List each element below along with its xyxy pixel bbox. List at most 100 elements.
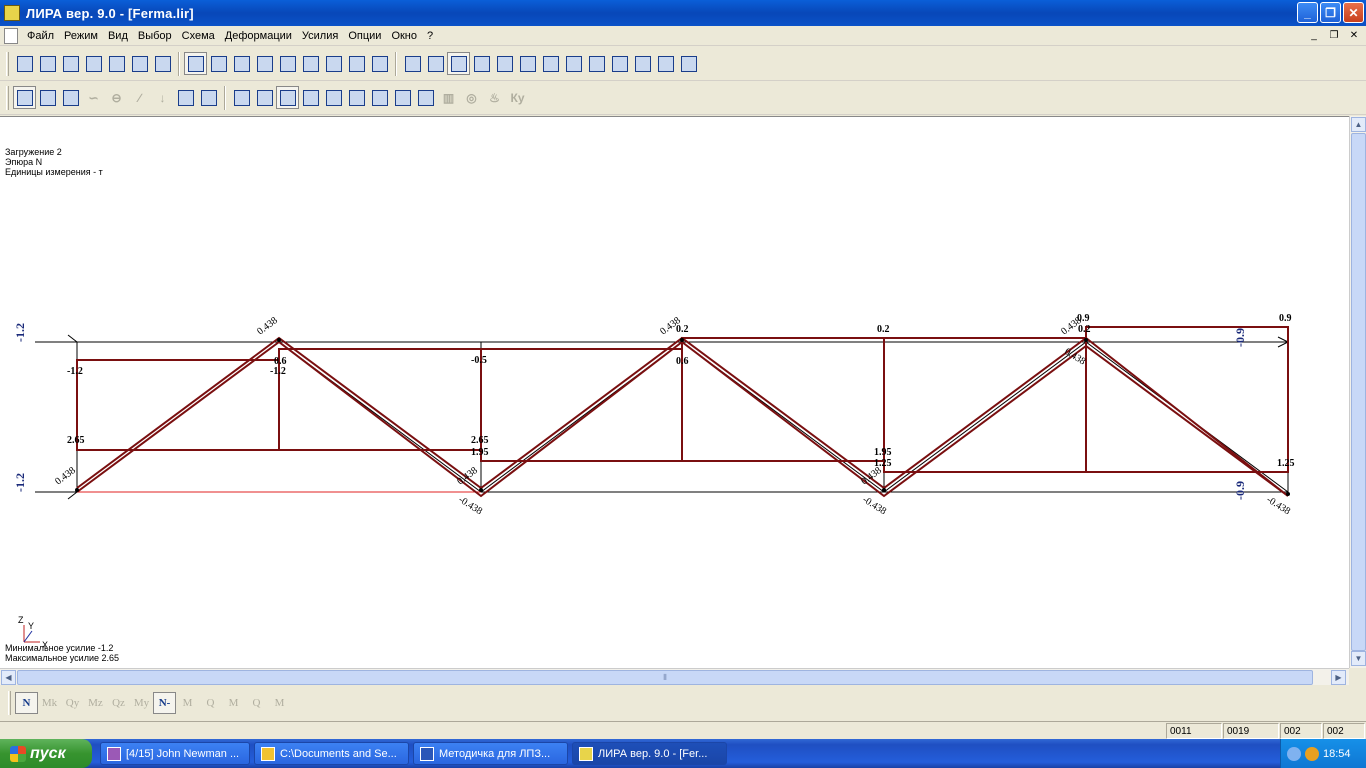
toolbar-grip[interactable] [8,691,11,715]
supports-icon[interactable] [82,52,105,75]
forces-z-icon[interactable] [128,52,151,75]
close-button[interactable]: ✕ [1343,2,1364,23]
xz-view-icon[interactable] [184,52,207,75]
zoom-minus-icon[interactable] [470,52,493,75]
force-q2-diagram-button[interactable]: Q [245,692,268,714]
mosaic-icon[interactable] [230,86,253,109]
force-n-diagram-button[interactable]: N- [153,692,176,714]
horizontal-scroll-thumb[interactable]: ⦀ [17,670,1313,685]
document-icon[interactable] [4,27,18,44]
scroll-right-icon[interactable]: ▶ [1331,670,1346,685]
select-nodes-icon[interactable] [424,52,447,75]
toolbar-grip[interactable] [6,85,9,110]
stiffness-icon[interactable] [105,52,128,75]
map-icon[interactable] [631,52,654,75]
menu-forces[interactable]: Усилия [297,30,343,42]
distributed-load-icon[interactable] [174,86,197,109]
zoom-in-icon[interactable] [345,52,368,75]
assemble-icon[interactable] [36,52,59,75]
leaf-icon[interactable] [197,86,220,109]
task-messenger[interactable]: [4/15] John Newman ... [100,742,250,765]
force-m2-diagram-button[interactable]: M [222,692,245,714]
menu-scheme[interactable]: Схема [177,30,220,42]
restore-button[interactable]: ❐ [1320,2,1341,23]
force-my-button[interactable]: My [130,692,153,714]
layers-icon[interactable] [562,52,585,75]
numbers-icon[interactable] [391,86,414,109]
disabled-tool-icon[interactable]: Ку [506,86,529,109]
n-map-icon[interactable] [345,86,368,109]
rotate-icon[interactable] [276,52,299,75]
mdi-restore-button[interactable]: ❐ [1326,28,1342,42]
forces-n-icon[interactable] [151,52,174,75]
menu-options[interactable]: Опции [343,30,386,42]
zoom-out-icon[interactable] [368,52,391,75]
force-qz-button[interactable]: Qz [107,692,130,714]
disabled-tool-icon[interactable]: ↓ [151,86,174,109]
vertical-scrollbar[interactable]: ▲ ▼ [1349,116,1366,668]
force-n-button[interactable]: N [15,692,38,714]
disabled-tool-icon[interactable]: ⊖ [105,86,128,109]
mdi-close-button[interactable]: ✕ [1346,28,1362,42]
mdi-minimize-button[interactable]: _ [1306,28,1322,42]
vertical-scroll-thumb[interactable] [1351,133,1366,651]
curve-icon[interactable]: ∽ [82,86,105,109]
scroll-up-icon[interactable]: ▲ [1351,117,1366,132]
menu-deformations[interactable]: Деформации [220,30,297,42]
menu-help[interactable]: ? [422,30,438,42]
diagram-icon[interactable] [276,86,299,109]
zoom-fit-icon[interactable] [493,52,516,75]
task-word[interactable]: Методичка для ЛПЗ... [413,742,568,765]
menu-view[interactable]: Вид [103,30,133,42]
drawing-canvas[interactable]: Загружение 2 Эпюра N Единицы измерения -… [0,116,1349,668]
force-m3-diagram-button[interactable]: M [268,692,291,714]
task-explorer[interactable]: C:\Documents and Se... [254,742,409,765]
box-icon[interactable] [654,52,677,75]
probe-icon[interactable] [516,52,539,75]
deformed-scheme-icon[interactable] [13,86,36,109]
flag-icon[interactable] [299,52,322,75]
pencil-icon[interactable] [322,52,345,75]
document-view-icon[interactable] [414,86,437,109]
notes-icon[interactable] [585,52,608,75]
force-q-diagram-button[interactable]: Q [199,692,222,714]
minimize-button[interactable]: _ [1297,2,1318,23]
xz-projection-icon[interactable] [207,52,230,75]
loads-icon[interactable] [59,52,82,75]
scroll-down-icon[interactable]: ▼ [1351,651,1366,666]
eraser-icon[interactable] [539,52,562,75]
title-bar[interactable]: ЛИРА вер. 9.0 - [Ferma.lir] _ ❐ ✕ [0,0,1366,26]
menu-file[interactable]: Файл [22,30,59,42]
xy-projection-icon[interactable] [230,52,253,75]
menu-select[interactable]: Выбор [133,30,177,42]
grid-map-icon[interactable] [322,86,345,109]
copy-scheme-icon[interactable] [13,52,36,75]
truss-scheme-icon[interactable] [36,86,59,109]
zoom-window-icon[interactable] [447,52,470,75]
horizontal-scrollbar[interactable]: ◀ ⦀ ▶ [0,668,1349,685]
tray-app-icon[interactable] [1305,746,1319,761]
truss-outline-icon[interactable] [59,86,82,109]
color-map-icon[interactable] [299,86,322,109]
disabled-tool-icon[interactable]: ∕ [128,86,151,109]
task-lira[interactable]: ЛИРА вер. 9.0 - [Fer... [572,742,727,765]
force-m-diagram-button[interactable]: M [176,692,199,714]
disabled-tool-icon[interactable]: ♨ [483,86,506,109]
force-qy-button[interactable]: Qy [61,692,84,714]
toolbar-grip[interactable] [6,51,9,76]
disabled-tool-icon[interactable]: ◎ [460,86,483,109]
force-mz-button[interactable]: Mz [84,692,107,714]
isofield-icon[interactable] [253,86,276,109]
back-arrow-icon[interactable] [1287,746,1301,761]
yz-projection-icon[interactable] [253,52,276,75]
filter-icon[interactable] [401,52,424,75]
menu-mode[interactable]: Режим [59,30,103,42]
palette-icon[interactable] [608,52,631,75]
disabled-tool-icon[interactable]: ▥ [437,86,460,109]
start-button[interactable]: пуск [0,739,92,768]
scroll-left-icon[interactable]: ◀ [1,670,16,685]
n-values-icon[interactable] [368,86,391,109]
force-mk-button[interactable]: Mk [38,692,61,714]
help-cursor-icon[interactable] [677,52,700,75]
menu-window[interactable]: Окно [386,30,422,42]
